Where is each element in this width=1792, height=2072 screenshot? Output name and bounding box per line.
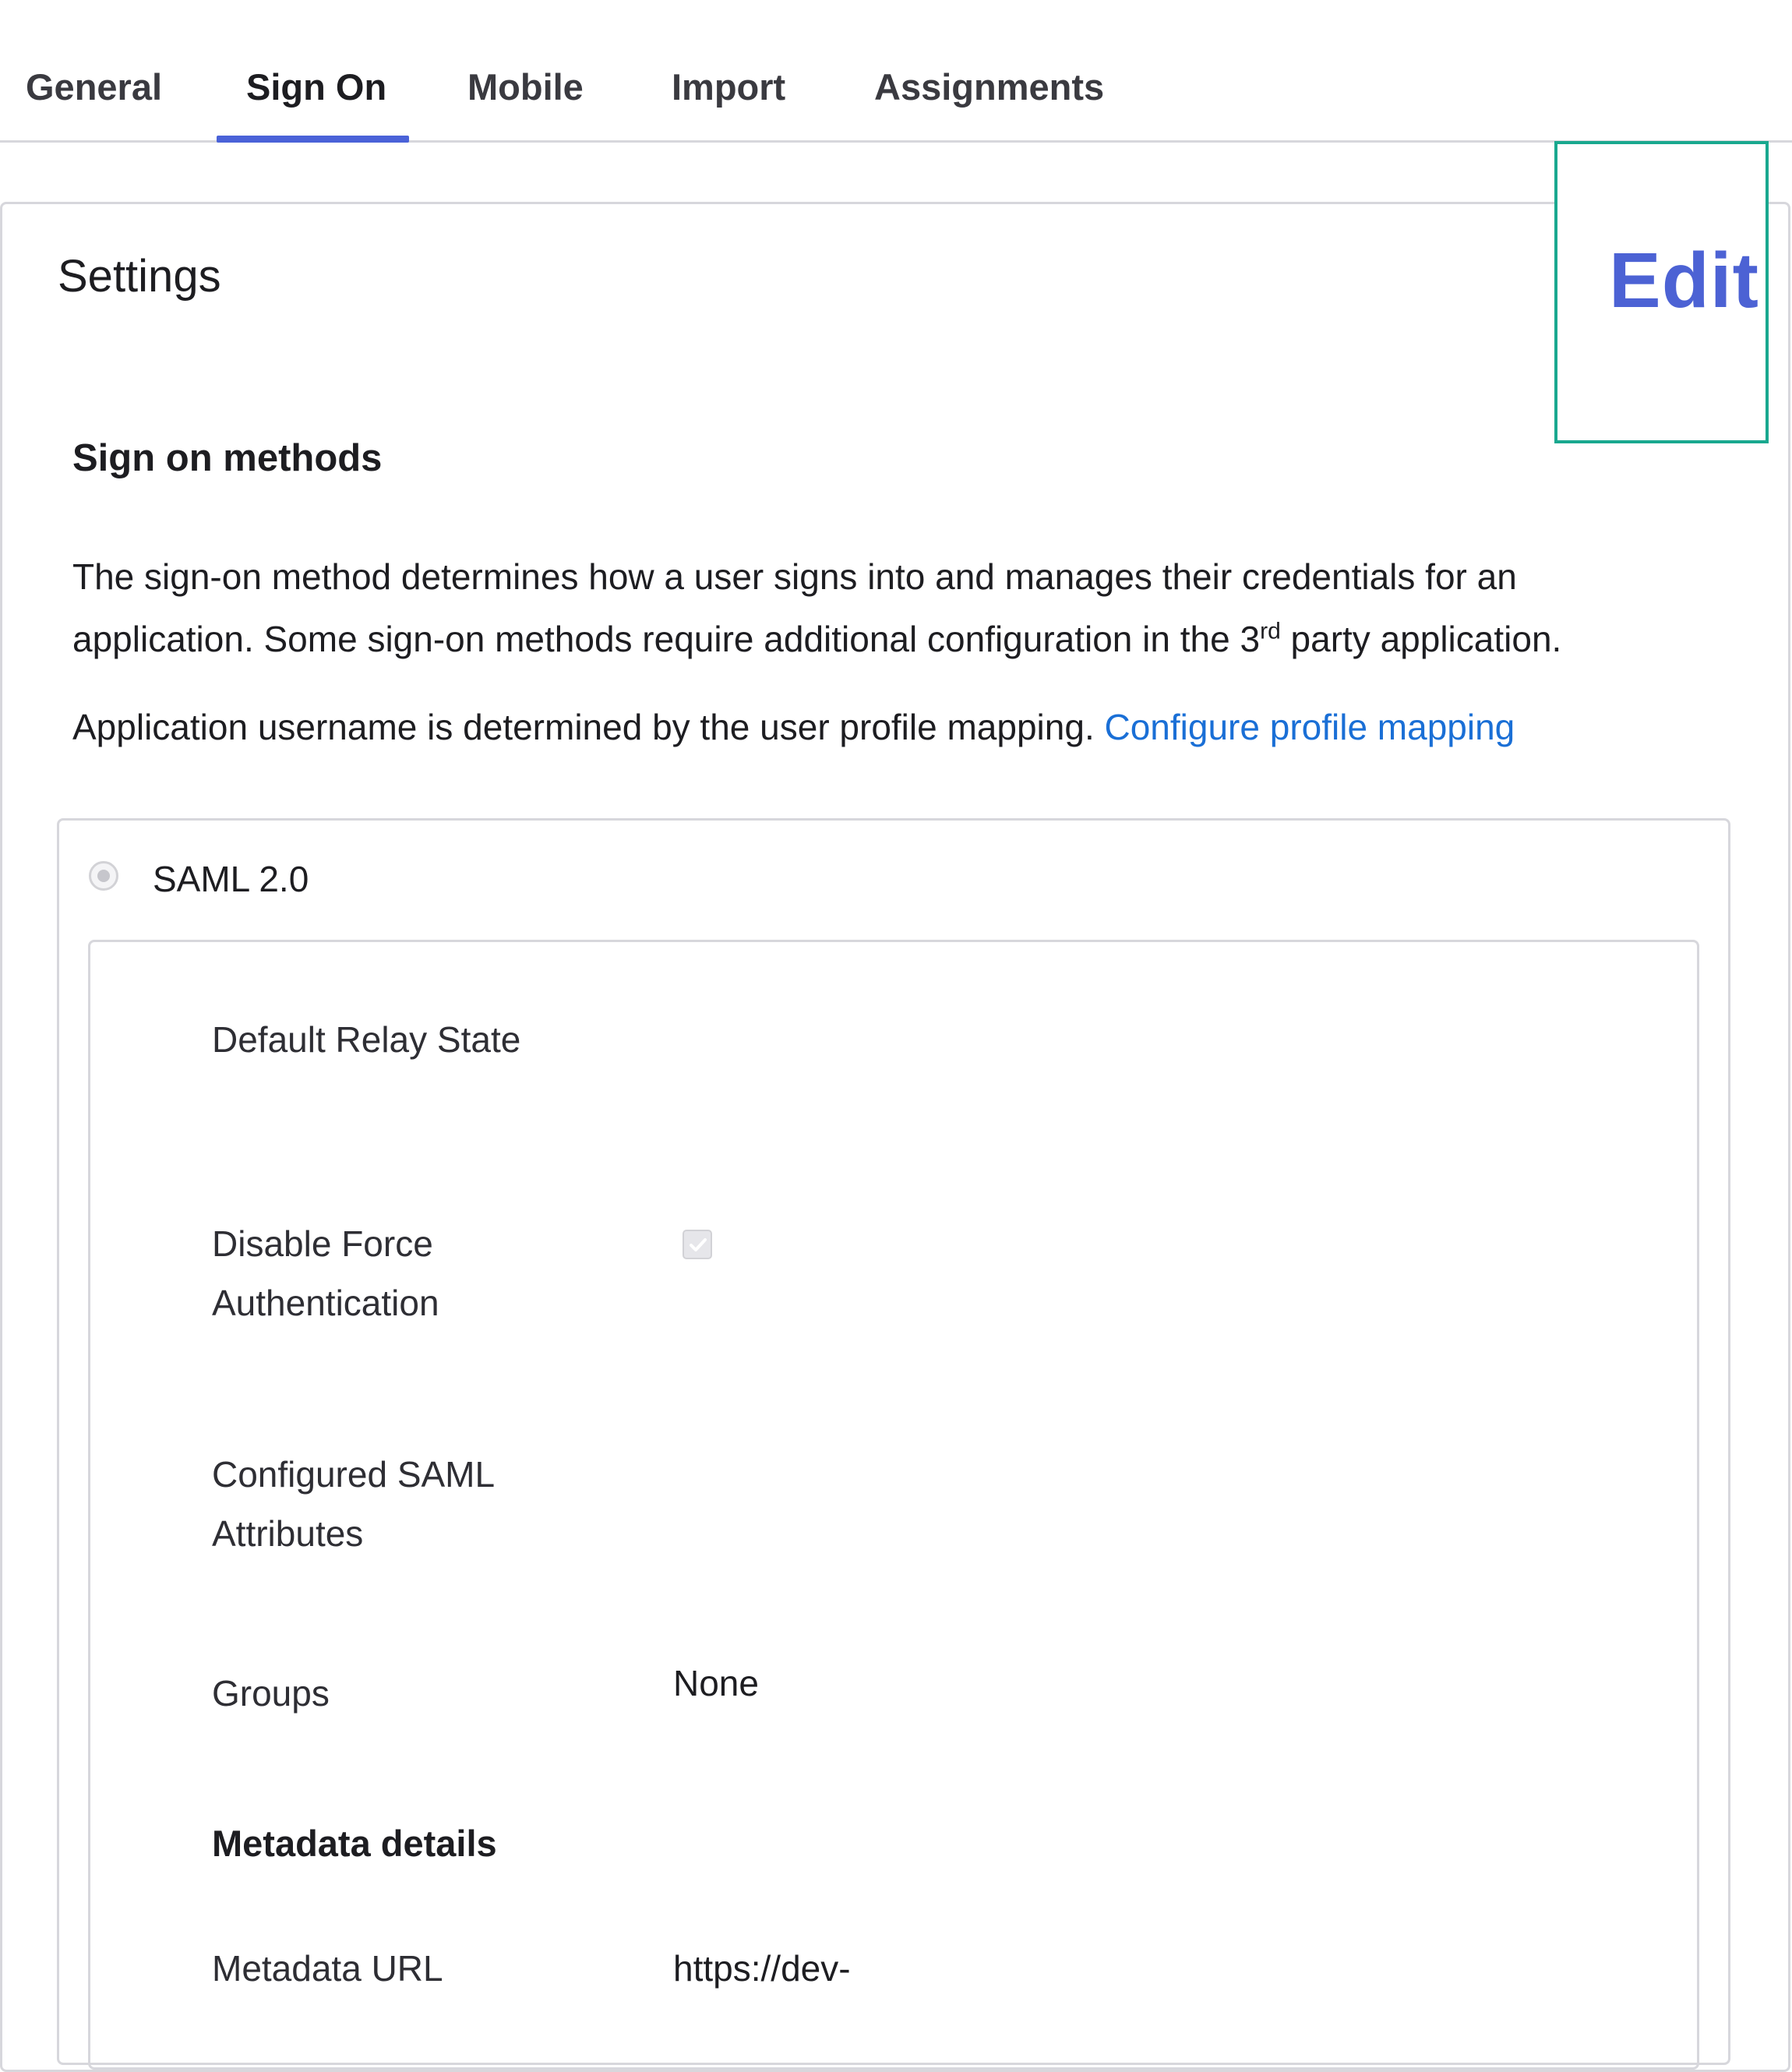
groups-label: Groups (212, 1673, 330, 1714)
checkmark-icon (690, 1238, 707, 1251)
configured-saml-attributes-label-line-2: Attributes (212, 1513, 364, 1554)
ordinal-suffix: rd (1260, 618, 1281, 644)
username-mapping-text: Application username is determined by th… (72, 696, 1515, 758)
app-tab-bar: General Sign On Mobile Import Assignment… (0, 0, 1792, 143)
description-text-end: party application. (1280, 619, 1562, 659)
tab-assignments[interactable]: Assignments (874, 65, 1104, 109)
groups-value: None (673, 1663, 759, 1703)
configured-saml-attributes-label-line-1: Configured SAML (212, 1454, 496, 1495)
edit-button[interactable]: Edit (1609, 234, 1759, 327)
sign-on-methods-heading: Sign on methods (72, 437, 383, 479)
saml-method-label: SAML 2.0 (153, 859, 309, 899)
tab-general[interactable]: General (26, 65, 162, 109)
metadata-details-heading: Metadata details (212, 1823, 497, 1864)
metadata-url-value[interactable]: https://dev- (673, 1939, 851, 1998)
description-text: application. Some sign-on methods requir… (72, 619, 1261, 659)
settings-title: Settings (58, 251, 221, 302)
tab-import[interactable]: Import (672, 65, 785, 109)
tab-mobile[interactable]: Mobile (467, 65, 584, 109)
tab-sign-on[interactable]: Sign On (246, 65, 386, 109)
username-mapping-label: Application username is determined by th… (72, 707, 1105, 747)
default-relay-state-label: Default Relay State (212, 1019, 521, 1060)
sign-on-description-line-1: The sign-on method determines how a user… (72, 556, 1517, 597)
sign-on-description-line-2: application. Some sign-on methods requir… (72, 608, 1561, 670)
configure-profile-mapping-link[interactable]: Configure profile mapping (1105, 707, 1515, 747)
disable-force-auth-label-line-1: Disable Force (212, 1223, 433, 1264)
saml-radio-button[interactable] (89, 861, 118, 891)
metadata-url-label: Metadata URL (212, 1948, 443, 1989)
disable-force-auth-label-line-2: Authentication (212, 1283, 439, 1323)
active-tab-indicator (217, 136, 409, 143)
disable-force-auth-checkbox[interactable] (683, 1230, 712, 1259)
